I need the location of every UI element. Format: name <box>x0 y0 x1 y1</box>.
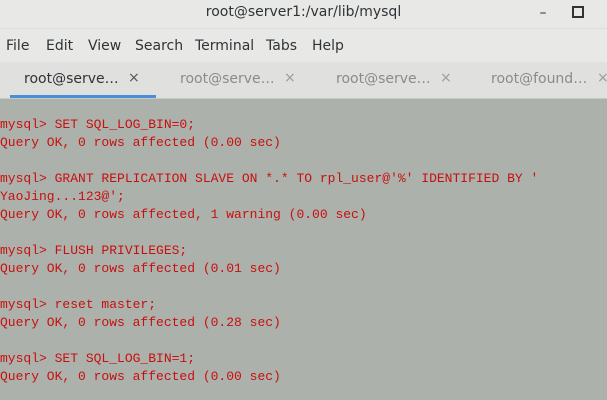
menu-search[interactable]: Search <box>135 38 183 54</box>
tab-bar: root@serve… × root@serve… × root@serve… … <box>0 62 607 99</box>
menu-view[interactable]: View <box>88 38 121 54</box>
tab-3-close-icon[interactable]: × <box>440 70 452 86</box>
minimize-button[interactable]: – <box>536 4 550 22</box>
terminal-line: Query OK, 0 rows affected (0.00 sec) <box>0 369 281 384</box>
tab-3[interactable]: root@serve… × <box>322 62 468 98</box>
terminal-line: Query OK, 0 rows affected (0.00 sec) <box>0 135 281 150</box>
menu-help[interactable]: Help <box>312 38 344 54</box>
active-tab-indicator <box>10 95 156 98</box>
terminal-line: mysql> SET SQL_LOG_BIN=1; <box>0 351 196 366</box>
menu-edit[interactable]: Edit <box>46 38 73 54</box>
tab-3-label: root@serve… <box>336 71 431 87</box>
terminal-line: Query OK, 0 rows affected (0.01 sec) <box>0 261 281 276</box>
terminal-line: Query OK, 0 rows affected (0.28 sec) <box>0 315 281 330</box>
tab-4-close-icon[interactable]: × <box>597 70 607 86</box>
menu-file[interactable]: File <box>6 38 29 54</box>
terminal-line: YaoJing...123@'; <box>0 189 125 204</box>
tab-1[interactable]: root@serve… × <box>10 62 156 98</box>
title-bar: root@server1:/var/lib/mysql – <box>0 0 607 29</box>
menu-bar: File Edit View Search Terminal Tabs Help <box>0 29 607 62</box>
terminal-output[interactable]: mysql> SET SQL_LOG_BIN=0; Query OK, 0 ro… <box>0 99 607 400</box>
menu-tabs[interactable]: Tabs <box>266 38 297 54</box>
tab-4[interactable]: root@found… × <box>477 62 607 98</box>
tab-1-close-icon[interactable]: × <box>128 70 140 86</box>
tab-2-label: root@serve… <box>180 71 275 87</box>
tab-4-label: root@found… <box>491 71 588 87</box>
terminal-line: mysql> SET SQL_LOG_BIN=0; <box>0 117 196 132</box>
window-title: root@server1:/var/lib/mysql <box>205 4 402 20</box>
tab-2-close-icon[interactable]: × <box>284 70 296 86</box>
terminal-line: mysql> reset master; <box>0 297 157 312</box>
terminal-line: mysql> FLUSH PRIVILEGES; <box>0 243 188 258</box>
tab-2[interactable]: root@serve… × <box>166 62 312 98</box>
terminal-line: Query OK, 0 rows affected, 1 warning (0.… <box>0 207 367 222</box>
terminal-line: mysql> GRANT REPLICATION SLAVE ON *.* TO… <box>0 171 539 186</box>
maximize-button[interactable] <box>572 6 584 18</box>
tab-1-label: root@serve… <box>24 71 119 87</box>
menu-terminal[interactable]: Terminal <box>195 38 254 54</box>
